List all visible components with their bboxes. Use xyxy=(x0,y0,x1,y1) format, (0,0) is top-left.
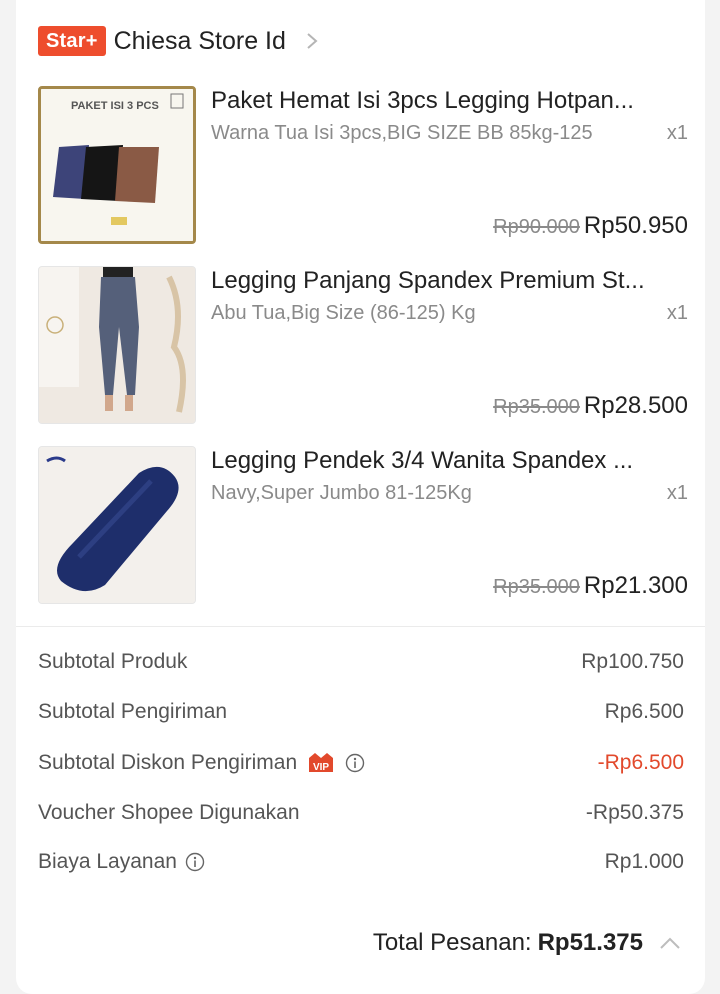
folded-legging-image xyxy=(39,447,195,603)
summary-value: -Rp6.500 xyxy=(597,751,684,774)
sale-price: Rp21.300 xyxy=(583,572,688,599)
original-price: Rp90.000 xyxy=(493,216,580,238)
original-price: Rp35.000 xyxy=(493,396,580,418)
product-variant: Navy,Super Jumbo 81-125Kg xyxy=(211,482,472,504)
thumb-label: PAKET ISI 3 PCS xyxy=(71,100,159,112)
summary-label-group: Subtotal Diskon Pengiriman VIP xyxy=(38,751,365,775)
sale-price: Rp50.950 xyxy=(583,212,688,239)
product-price: Rp90.000 Rp50.950 xyxy=(493,210,688,245)
summary-row-subtotal-produk: Subtotal Produk Rp100.750 xyxy=(38,647,684,677)
star-plus-badge: Star+ xyxy=(38,26,106,56)
sale-price: Rp28.500 xyxy=(583,392,688,419)
summary-value: Rp1.000 xyxy=(604,850,684,873)
summary-row-subtotal-pengiriman: Subtotal Pengiriman Rp6.500 xyxy=(38,697,684,727)
product-image[interactable] xyxy=(38,446,196,604)
summary-value: Rp100.750 xyxy=(581,650,684,673)
summary-row-voucher: Voucher Shopee Digunakan -Rp50.375 xyxy=(38,798,684,828)
summary-row-biaya-layanan: Biaya Layanan Rp1.000 xyxy=(38,847,684,877)
summary-value: Rp6.500 xyxy=(604,700,684,723)
summary-label: Biaya Layanan xyxy=(38,850,177,873)
product-image[interactable] xyxy=(38,266,196,424)
product-variant: Warna Tua Isi 3pcs,BIG SIZE BB 85kg-125 xyxy=(211,122,593,144)
total-value: Rp51.375 xyxy=(537,929,643,956)
leggings-pack-image: PAKET ISI 3 PCS xyxy=(41,89,193,241)
vip-badge-icon: VIP xyxy=(309,753,334,773)
product-image[interactable]: PAKET ISI 3 PCS xyxy=(38,86,196,244)
summary-label: Subtotal Pengiriman xyxy=(38,700,228,723)
product-price: Rp35.000 Rp28.500 xyxy=(493,390,688,425)
product-quantity: x1 xyxy=(666,482,688,504)
total-label: Total Pesanan: xyxy=(372,929,532,956)
product-title[interactable]: Paket Hemat Isi 3pcs Legging Hotpan... xyxy=(211,86,683,116)
product-quantity: x1 xyxy=(666,122,688,144)
order-total[interactable]: Total Pesanan: Rp51.375 xyxy=(373,926,681,960)
chevron-right-icon[interactable] xyxy=(304,31,320,51)
store-name[interactable]: Chiesa Store Id xyxy=(114,27,286,56)
legging-model-image xyxy=(39,267,195,423)
store-header[interactable]: Star+ Chiesa Store Id xyxy=(38,24,320,58)
info-icon[interactable] xyxy=(345,753,365,773)
vip-label: VIP xyxy=(313,762,329,773)
summary-value: -Rp50.375 xyxy=(585,801,684,824)
summary-label: Subtotal Diskon Pengiriman xyxy=(38,751,298,774)
info-icon[interactable] xyxy=(185,852,205,872)
summary-row-diskon-pengiriman: Subtotal Diskon Pengiriman VIP -Rp6.500 xyxy=(38,748,684,778)
product-item[interactable]: Legging Panjang Spandex Premium St... Ab… xyxy=(38,266,688,426)
order-card: Star+ Chiesa Store Id PAKET ISI 3 PCS Pa… xyxy=(16,0,705,994)
product-title[interactable]: Legging Panjang Spandex Premium St... xyxy=(211,266,683,296)
summary-label: Voucher Shopee Digunakan xyxy=(38,801,300,824)
product-quantity: x1 xyxy=(666,302,688,324)
product-title[interactable]: Legging Pendek 3/4 Wanita Spandex ... xyxy=(211,446,683,476)
summary-label: Subtotal Produk xyxy=(38,650,188,673)
product-variant: Abu Tua,Big Size (86-125) Kg xyxy=(211,302,476,324)
chevron-up-icon[interactable] xyxy=(659,936,681,950)
original-price: Rp35.000 xyxy=(493,576,580,598)
summary-label-group: Biaya Layanan xyxy=(38,850,205,874)
product-price: Rp35.000 Rp21.300 xyxy=(493,570,688,605)
product-item[interactable]: Legging Pendek 3/4 Wanita Spandex ... Na… xyxy=(38,446,688,606)
divider xyxy=(16,626,705,627)
product-item[interactable]: PAKET ISI 3 PCS Paket Hemat Isi 3pcs Leg… xyxy=(38,86,688,246)
